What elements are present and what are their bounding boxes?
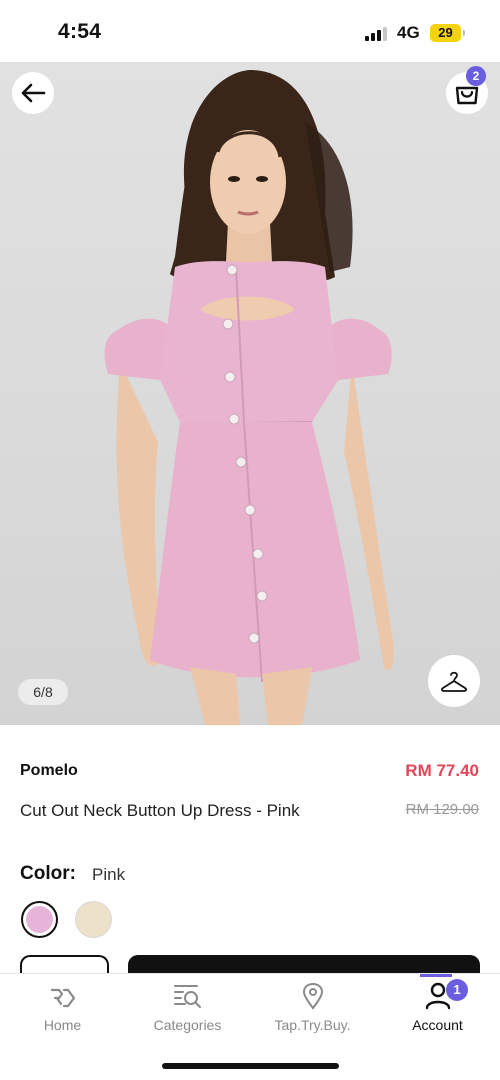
tab-account-label: Account (412, 1017, 463, 1033)
home-logo-icon (50, 988, 75, 1008)
original-price: RM 129.00 (405, 801, 479, 818)
sale-price: RM 77.40 (405, 761, 479, 780)
categories-search-icon (173, 985, 201, 1008)
try-on-hanger-button[interactable] (428, 655, 480, 707)
product-title: Cut Out Neck Button Up Dress - Pink (20, 801, 300, 820)
signal-icon (365, 27, 391, 41)
tab-home-label: Home (43, 1017, 82, 1033)
network-type: 4G (397, 23, 420, 42)
selected-color-value: Pink (92, 865, 126, 884)
tab-home[interactable]: Home (0, 974, 125, 1044)
tab-account[interactable]: Account (375, 974, 500, 1044)
color-label: Color: (20, 863, 76, 884)
back-button[interactable] (12, 72, 54, 114)
product-image-gallery[interactable]: 2 6/8 (0, 62, 500, 725)
tab-categories[interactable]: Categories (125, 974, 250, 1044)
hanger-icon (441, 671, 467, 692)
battery-level: 29 (438, 25, 453, 40)
tab-tap-try-buy[interactable]: Tap.Try.Buy. (250, 974, 375, 1044)
battery-icon: 29 (430, 24, 465, 42)
color-swatch-pink[interactable] (21, 901, 58, 938)
home-indicator (162, 1063, 339, 1069)
color-swatch-cream[interactable] (75, 901, 112, 938)
arrow-left-icon (21, 83, 46, 103)
account-notification-badge: 1 (446, 979, 468, 1001)
cart-count-badge: 2 (466, 66, 486, 86)
status-time: 4:54 (58, 20, 102, 43)
brand-name[interactable]: Pomelo (20, 762, 78, 780)
status-bar: 4:54 4G 29 (0, 0, 500, 62)
location-pin-icon (302, 982, 323, 1010)
tab-tap-try-buy-label: Tap.Try.Buy. (274, 1017, 351, 1033)
product-photo (104, 70, 394, 725)
image-page-indicator: 6/8 (18, 679, 68, 705)
tab-categories-label: Categories (153, 1017, 222, 1033)
